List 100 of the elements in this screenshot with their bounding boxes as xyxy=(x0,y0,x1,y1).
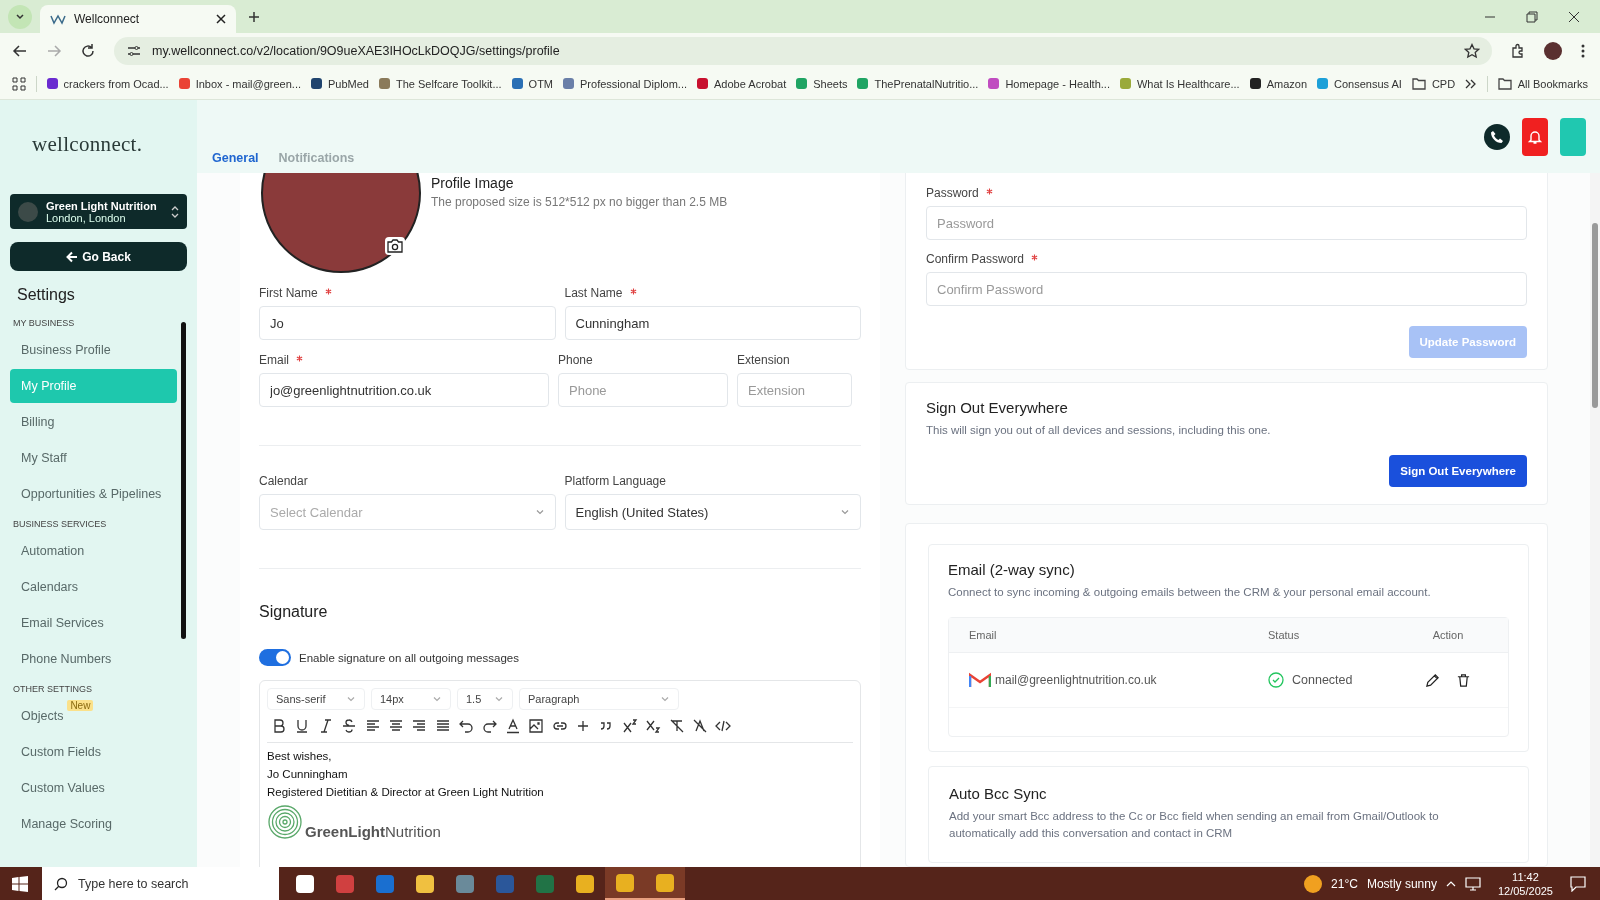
sidebar-item[interactable]: Custom Fields xyxy=(10,735,101,769)
field-label: Email xyxy=(259,353,289,367)
sidebar-item[interactable]: Billing xyxy=(10,405,55,439)
format-dropdown[interactable]: Paragraph xyxy=(519,688,679,710)
password-field[interactable]: Confirm Password xyxy=(926,272,1527,306)
sidebar-item[interactable]: Email Services xyxy=(10,606,104,640)
bookmark[interactable]: crackers from Ocad... xyxy=(46,77,169,90)
align-center-icon[interactable] xyxy=(387,718,404,734)
text-field[interactable]: Cunningham xyxy=(564,306,861,340)
bookmark[interactable]: What Is Healthcare... xyxy=(1119,77,1240,90)
profile-avatar[interactable] xyxy=(1544,41,1562,60)
align-justify-icon[interactable] xyxy=(434,718,451,734)
search-icon xyxy=(54,876,68,891)
card-title: Sign Out Everywhere xyxy=(926,399,1069,416)
bookmark[interactable]: Consensus AI xyxy=(1317,77,1402,90)
subscript-icon[interactable] xyxy=(645,718,662,734)
menu-icon[interactable] xyxy=(1580,42,1586,59)
back-icon[interactable] xyxy=(12,42,28,59)
sidebar-item[interactable]: Business Profile xyxy=(10,333,111,367)
close-icon[interactable] xyxy=(216,14,226,24)
sidebar-item[interactable]: Calendars xyxy=(10,570,78,604)
settings-tab[interactable]: General xyxy=(212,151,259,165)
sidebar-item[interactable]: Manage Scoring xyxy=(10,807,113,841)
location-name: Green Light Nutrition xyxy=(46,199,158,212)
text-field[interactable]: Jo xyxy=(259,306,556,340)
restore-icon[interactable] xyxy=(1526,10,1538,23)
sign-out-everywhere-button[interactable]: Sign Out Everywhere xyxy=(1389,455,1527,487)
chevron-up-down-icon xyxy=(171,204,179,219)
crossed-letter-icon[interactable] xyxy=(692,718,709,734)
notification-center-icon[interactable] xyxy=(1570,875,1586,892)
network-icon[interactable] xyxy=(1464,876,1481,891)
select-field[interactable]: English (United States) xyxy=(564,494,861,530)
undo-icon[interactable] xyxy=(458,718,475,734)
new-tab-icon[interactable] xyxy=(248,10,260,23)
column-header: Email xyxy=(969,629,998,641)
close-icon[interactable] xyxy=(1568,10,1580,23)
bold-icon[interactable] xyxy=(271,718,287,734)
sidebar-item[interactable]: My Staff xyxy=(10,441,67,475)
windows-start-icon[interactable] xyxy=(12,875,28,892)
redo-icon[interactable] xyxy=(481,718,498,734)
sidebar-item[interactable]: Opportunities & Pipelines xyxy=(10,477,162,511)
superscript-icon[interactable] xyxy=(621,718,638,734)
bookmark[interactable]: PubMed xyxy=(311,77,369,90)
tab-list-button[interactable] xyxy=(8,4,32,29)
all-bookmarks-button[interactable]: All Bookmarks xyxy=(1497,77,1588,90)
apps-grid-icon[interactable] xyxy=(12,76,26,91)
bookmark[interactable]: ThePrenatalNutritio... xyxy=(857,77,979,90)
format-dropdown[interactable]: Sans-serif xyxy=(267,688,365,710)
code-icon[interactable] xyxy=(715,718,732,734)
format-dropdown[interactable]: 1.5 xyxy=(457,688,513,710)
section-heading: BUSINESS SERVICES xyxy=(13,519,108,529)
bookmark[interactable]: Inbox - mail@green... xyxy=(178,77,301,90)
text-field[interactable]: Extension xyxy=(737,373,852,407)
edit-icon[interactable] xyxy=(1425,672,1440,688)
text-field[interactable]: Phone xyxy=(558,373,728,407)
bookmark-star-icon[interactable] xyxy=(1464,42,1480,59)
phone-button[interactable] xyxy=(1484,123,1510,150)
scrollbar-thumb[interactable] xyxy=(181,322,186,639)
bookmark[interactable]: Professional Diplom... xyxy=(563,77,688,90)
extensions-icon[interactable] xyxy=(1510,42,1526,59)
taskbar-search-field[interactable]: Type here to search xyxy=(42,867,279,900)
camera-button[interactable] xyxy=(385,237,405,255)
bookmark[interactable]: Homepage - Health... xyxy=(988,77,1110,90)
browser-tab[interactable]: Wellconnect xyxy=(40,5,236,33)
field-label: Last Name xyxy=(564,286,623,300)
trash-icon[interactable] xyxy=(1456,672,1471,688)
notifications-button[interactable] xyxy=(1522,117,1548,156)
page-scrollbar[interactable] xyxy=(1590,173,1600,867)
bookmark[interactable]: OTM xyxy=(511,77,554,90)
location-switcher[interactable]: Green Light Nutrition London, London xyxy=(10,194,187,229)
strikethrough-icon[interactable] xyxy=(341,718,358,734)
align-right-icon[interactable] xyxy=(411,718,428,734)
weather-icon[interactable] xyxy=(1304,874,1323,893)
temperature: 21°C xyxy=(1331,876,1358,891)
image-icon[interactable] xyxy=(528,718,545,734)
bookmark[interactable]: Amazon xyxy=(1249,77,1308,90)
chevron-down-icon xyxy=(346,694,356,704)
field-label: Phone xyxy=(558,353,593,367)
password-field[interactable]: Password xyxy=(926,206,1527,240)
bookmark[interactable]: Adobe Acrobat xyxy=(697,77,787,90)
text-field[interactable]: jo@greenlightnutrition.co.uk xyxy=(259,373,549,407)
format-dropdown[interactable]: 14px xyxy=(371,688,451,710)
more-bookmarks-icon[interactable] xyxy=(1465,77,1478,90)
sidebar-item[interactable]: Objects xyxy=(10,699,64,733)
text-color-icon[interactable] xyxy=(504,718,521,734)
reload-icon[interactable] xyxy=(80,42,96,59)
sidebar-item[interactable]: Automation xyxy=(10,534,85,568)
bookmark[interactable]: CPD xyxy=(1411,77,1456,90)
sidebar-item[interactable]: Phone Numbers xyxy=(10,642,112,676)
bookmark[interactable]: Sheets xyxy=(796,77,848,90)
sidebar-item[interactable]: Custom Values xyxy=(10,771,105,805)
card-title: Email (2-way sync) xyxy=(948,561,1076,578)
chevron-down-icon xyxy=(494,694,504,704)
go-back-button[interactable]: Go Back xyxy=(10,242,187,271)
bookmark[interactable]: The Selfcare Toolkit... xyxy=(379,77,502,90)
card-description: Connect to sync incoming & outgoing emails between the CRM & your personal email account. xyxy=(948,585,1432,600)
address-bar[interactable]: my.wellconnect.co/v2/location/9O9ueXAE3IHOcLkDOQJG/settings/profile xyxy=(114,36,1492,65)
toggle-switch[interactable] xyxy=(259,649,291,666)
clear-formatting-icon[interactable] xyxy=(668,718,685,734)
align-left-icon[interactable] xyxy=(364,718,381,734)
